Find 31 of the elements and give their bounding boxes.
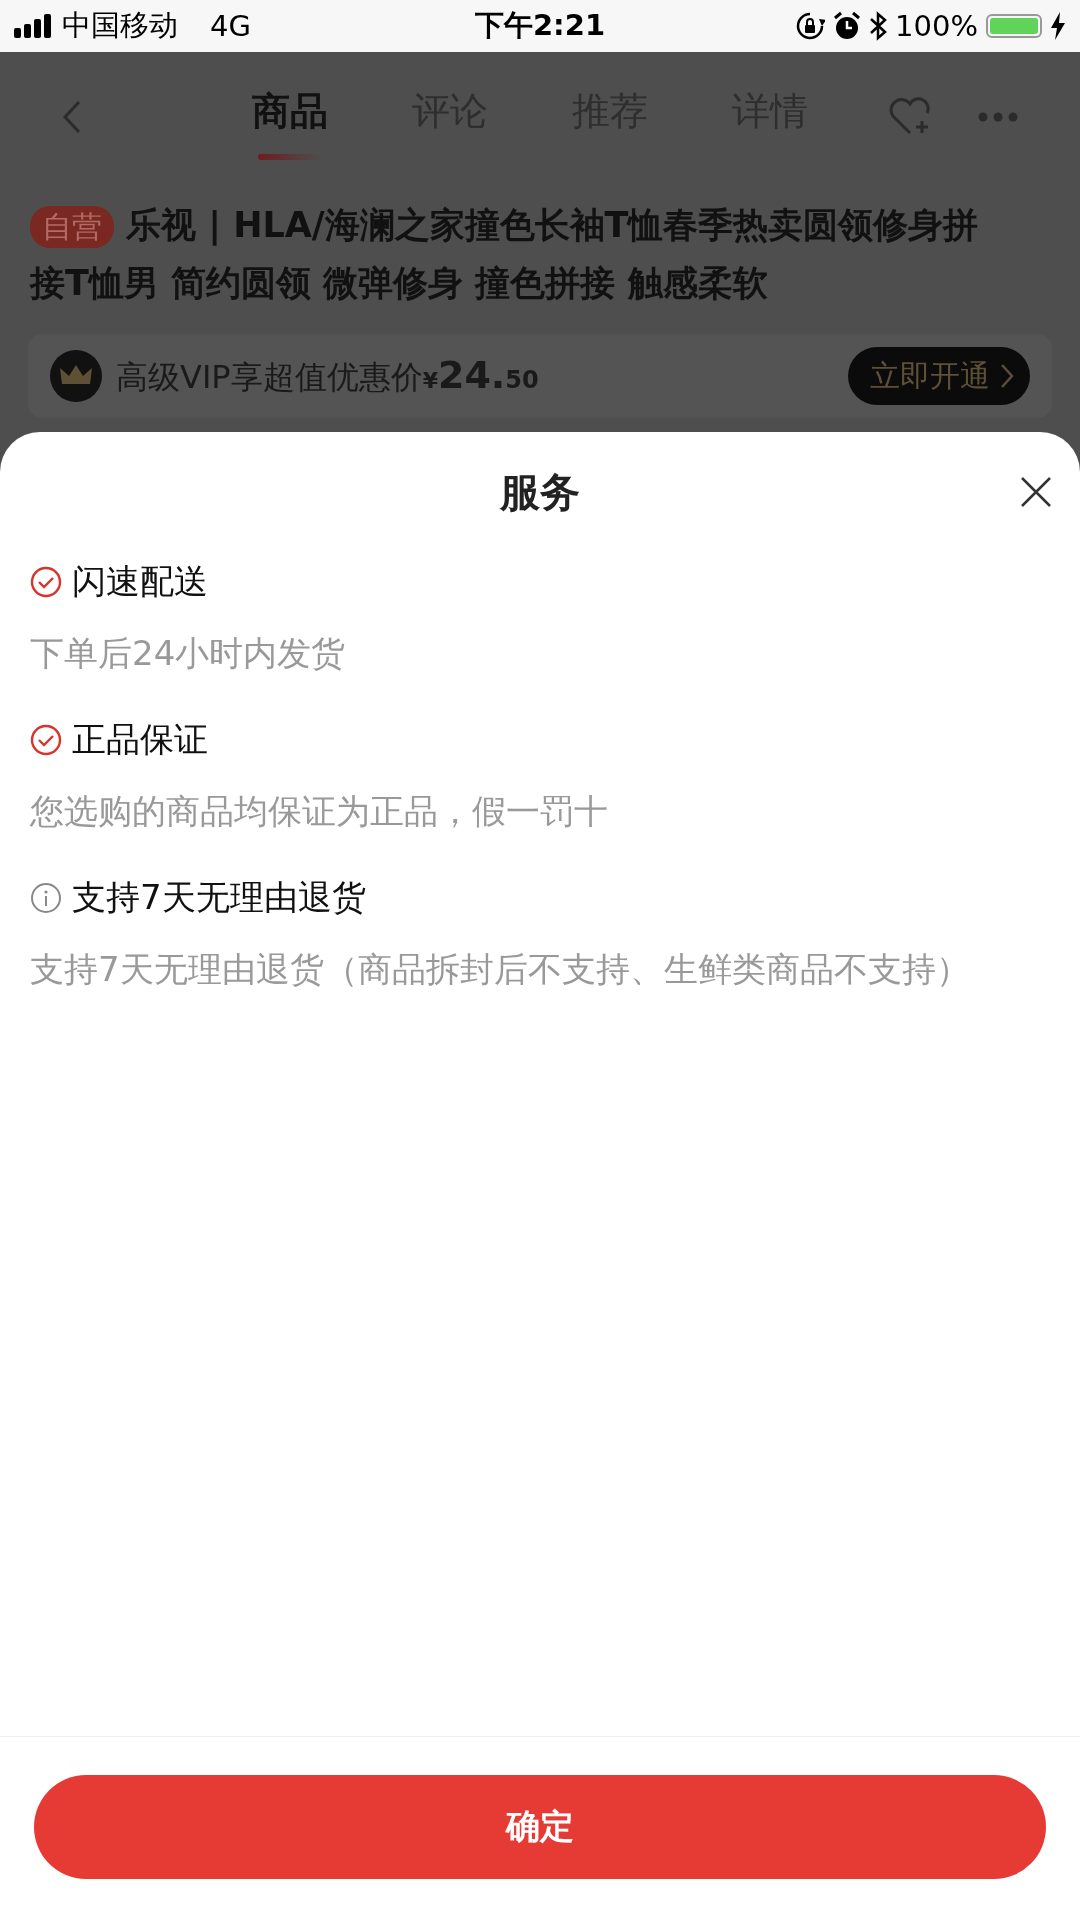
activate-vip-button[interactable]: 立即开通 [848,347,1030,405]
bluetooth-icon [869,11,888,41]
chevron-right-icon [1000,363,1014,389]
battery-icon [986,14,1042,38]
self-operated-badge: 自营 [30,206,114,248]
sheet-title: 服务 [500,467,580,517]
battery-percent: 100% [895,9,978,43]
signal-icon [14,14,54,38]
product-title: 自营 乐视 | HLA/海澜之家撞色长袖T恤春季热卖圆领修身拼接T恤男 简约圆领 微弹修身 撞色拼接 触感柔软 [28,204,980,305]
alarm-icon [833,11,862,41]
carrier-label: 中国移动 [62,7,178,44]
network-label: 4G [210,9,251,43]
check-circle-icon [30,566,62,598]
service-description: 下单后24小时内发货 [30,632,347,675]
crown-icon [50,350,102,402]
vip-price-text: 高级VIP享超值优惠价¥24.50 [116,352,540,399]
close-icon[interactable] [1020,476,1052,508]
service-description: 您选购的商品均保证为正品，假一罚十 [30,790,609,833]
back-icon[interactable] [62,99,82,135]
service-title: 正品保证 [72,718,208,761]
check-circle-icon [30,724,62,756]
service-description: 支持7天无理由退货（商品拆封后不支持、生鲜类商品不支持） [30,948,971,991]
clock-time: 下午2:21 [474,7,606,44]
confirm-button[interactable]: 确定 [34,1775,1046,1879]
service-title: 闪速配送 [72,560,208,603]
info-icon [30,882,62,914]
charging-icon [1050,12,1066,40]
service-title: 支持7天无理由退货 [72,876,366,919]
nav-tab[interactable]: 商品 [252,74,328,160]
rotation-lock-icon [795,11,826,41]
more-icon[interactable] [978,112,1018,122]
